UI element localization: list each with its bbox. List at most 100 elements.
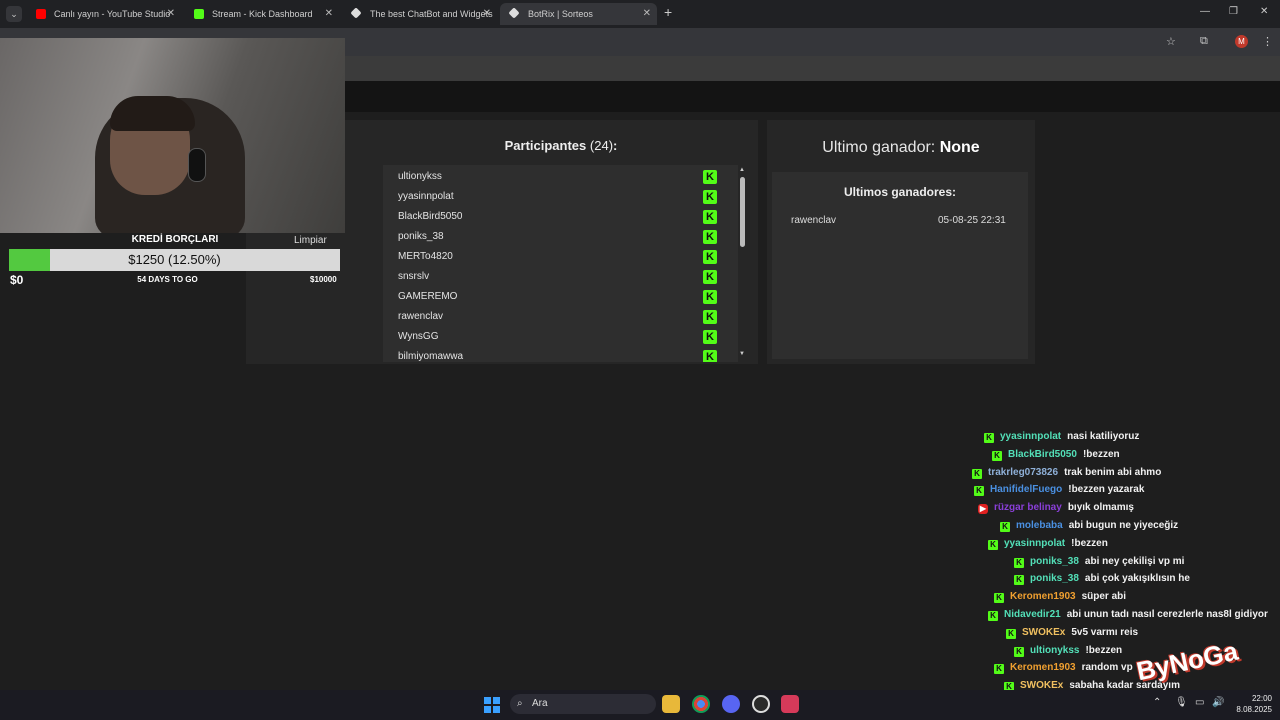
obs-icon[interactable] <box>752 695 770 713</box>
restore-icon[interactable]: ❐ <box>1229 6 1238 17</box>
kick-icon: K <box>703 290 717 304</box>
network-icon[interactable]: ▭ <box>1195 697 1204 708</box>
tab-search-icon[interactable]: ⌄ <box>6 6 22 22</box>
goal-max: $10000 <box>310 275 337 284</box>
last-winner: Ultimo ganador: None <box>767 139 1035 157</box>
kick-icon: K <box>703 310 717 324</box>
chat-message: ▶ rüzgar belinay bıyık olmamış <box>978 499 1134 517</box>
taskbar-search[interactable]: ⌕ Ara <box>510 694 656 714</box>
app-icon[interactable] <box>781 695 799 713</box>
participant-row: BlackBird5050 K <box>398 207 723 227</box>
chat-text: bıyık olmamış <box>1067 502 1134 514</box>
kick-icon: K <box>1006 628 1016 639</box>
chat-message: K SWOKEx 5v5 varmı reis <box>1006 624 1138 642</box>
kick-icon: K <box>703 230 717 244</box>
star-icon[interactable]: ☆ <box>1166 35 1176 48</box>
chat-username: ultionykss <box>1030 644 1080 656</box>
volume-icon[interactable]: 🔊 <box>1212 697 1224 708</box>
scroll-down-icon[interactable]: ▼ <box>739 351 745 357</box>
tab-botrix-sorteos[interactable]: BotRix | Sorteos ✕ <box>500 3 657 25</box>
tray-chevron-icon[interactable]: ⌃ <box>1153 697 1161 708</box>
scroll-thumb[interactable] <box>740 177 745 247</box>
winners-list <box>772 172 1028 359</box>
chat-message: Kyyasinnpolat nasi katiliyoruz <box>984 428 1139 446</box>
tab-chatbot[interactable]: The best ChatBot and Widgets ✕ <box>342 3 497 25</box>
close-icon[interactable]: ✕ <box>167 3 175 25</box>
chat-username: molebaba <box>1016 520 1063 531</box>
chat-text: abi bugun ne yiyeceğiz <box>1068 520 1179 531</box>
chat-username: poniks_38 <box>1030 555 1079 567</box>
participants-label: Participantes <box>504 138 587 153</box>
discord-icon[interactable] <box>722 695 740 713</box>
kick-icon: K <box>994 593 1004 604</box>
minimize-icon[interactable]: — <box>1200 6 1210 17</box>
kick-icon: K <box>994 664 1004 675</box>
file-explorer-icon[interactable] <box>662 695 680 713</box>
tab-youtube-studio[interactable]: Canlı yayın - YouTube Studio ✕ <box>26 3 181 25</box>
kick-icon: K <box>703 330 717 344</box>
chrome-icon[interactable] <box>692 695 710 713</box>
search-placeholder: Ara <box>532 698 548 709</box>
extensions-icon[interactable]: ⧉ <box>1200 35 1208 48</box>
chat-text: !bezzen yazarak <box>1068 484 1145 496</box>
chat-text: abi ney çekilişi vp mi <box>1084 555 1185 567</box>
participant-name: poniks_38 <box>398 231 444 242</box>
clock-date: 8.08.2025 <box>1236 705 1272 714</box>
tab-kick-dashboard[interactable]: Stream - Kick Dashboard ✕ <box>184 3 339 25</box>
close-window-icon[interactable]: ✕ <box>1260 6 1268 17</box>
participant-row: bilmiyomawwa K <box>398 347 723 362</box>
microphone-icon[interactable]: 🎙 <box>1175 697 1188 708</box>
participant-row: snsrslv K <box>398 267 723 287</box>
chat-text: nasi katiliyoruz <box>1067 431 1140 442</box>
kick-icon: K <box>974 486 984 497</box>
botrix-icon <box>508 7 520 19</box>
chat-username: yyasinnpolat <box>1004 537 1066 549</box>
tab-label: The best ChatBot and Widgets <box>370 9 493 19</box>
profile-avatar[interactable]: M <box>1235 35 1248 48</box>
chat-text: !bezzen <box>1082 448 1120 460</box>
participant-row: MERTo4820 K <box>398 247 723 267</box>
more-menu-icon[interactable]: ⋮ <box>1262 35 1273 48</box>
close-icon[interactable]: ✕ <box>643 3 651 25</box>
kick-icon: K <box>703 350 717 362</box>
participant-name: yyasinnpolat <box>398 191 454 202</box>
kick-icon: K <box>703 170 717 184</box>
windows-start-icon[interactable] <box>484 697 500 713</box>
close-icon[interactable]: ✕ <box>483 3 491 25</box>
chat-username: Keromen1903 <box>1010 662 1076 674</box>
taskbar-clock[interactable]: 22:00 8.08.2025 <box>1232 693 1272 715</box>
chat-message: K BlackBird5050 !bezzen <box>992 446 1120 464</box>
close-icon[interactable]: ✕ <box>325 3 333 25</box>
limpiar-button[interactable]: Limpiar <box>294 235 327 246</box>
chat-message: Kultionykss !bezzen <box>1014 642 1122 660</box>
last-winner-label: Ultimo ganador: <box>822 139 936 156</box>
winner-name: rawenclav <box>791 215 837 226</box>
participant-row: rawenclav K <box>398 307 723 327</box>
youtube-icon: ▶ <box>978 504 988 515</box>
chat-text: trak benim abi ahmo <box>1064 466 1162 478</box>
participant-name: snsrslv <box>398 271 430 282</box>
scroll-up-icon[interactable]: ▲ <box>739 167 745 173</box>
tab-label: Stream - Kick Dashboard <box>212 9 313 19</box>
winners-title: Ultimos ganadores: <box>843 185 957 199</box>
chat-text: random vp <box>1081 662 1133 674</box>
kick-icon: K <box>988 539 998 550</box>
chat-username: rüzgar belinay <box>994 502 1062 514</box>
kick-icon: K <box>1014 557 1024 568</box>
kick-icon: K <box>984 433 994 443</box>
participant-row: poniks_38 K <box>398 227 723 247</box>
chat-message: Ktrakrleg073826 trak benim abi ahmo <box>972 464 1161 482</box>
chat-text: !bezzen <box>1071 537 1108 549</box>
last-winner-value: None <box>939 139 980 156</box>
kick-icon: K <box>703 250 717 264</box>
goal-days-left: 54 DAYS TO GO <box>137 275 198 284</box>
tab-label: Canlı yayın - YouTube Studio <box>54 9 171 19</box>
participants-scrollbar[interactable]: ▲ ▼ <box>739 165 747 362</box>
new-tab-icon[interactable]: + <box>664 4 672 20</box>
chat-username: BlackBird5050 <box>1008 448 1077 460</box>
chat-username: poniks_38 <box>1030 573 1079 585</box>
participants-list[interactable]: ultionykss K yyasinnpolat K BlackBird5050 K… <box>383 165 738 362</box>
chat-message: Kyyasinnpolat !bezzen <box>988 535 1108 553</box>
chat-username: SWOKEx <box>1022 626 1066 638</box>
headset-icon <box>188 148 206 182</box>
